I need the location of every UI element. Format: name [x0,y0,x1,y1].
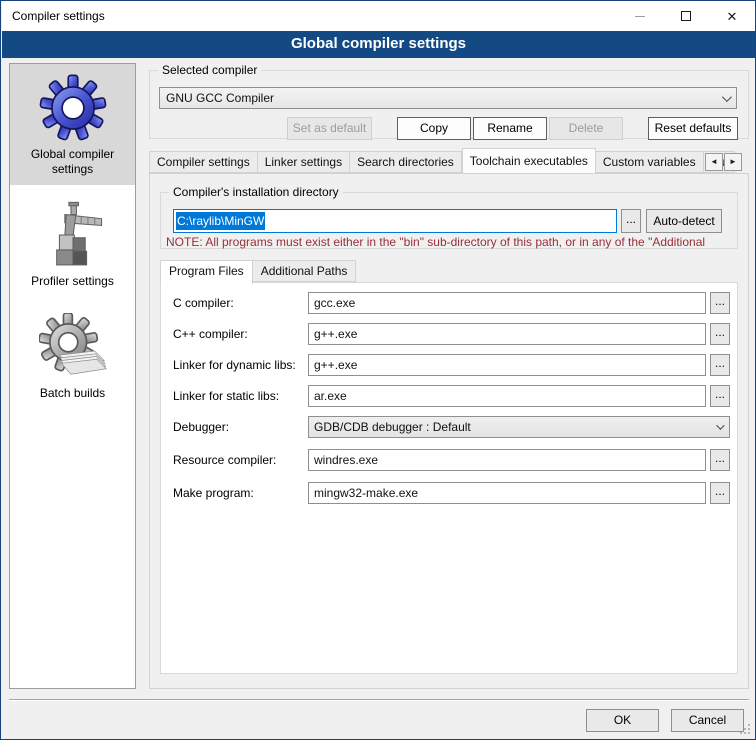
static-linker-row: Linker for static libs: ar.exe ... [161,385,737,409]
installation-directory-group-label: Compiler's installation directory [169,185,343,199]
rename-button[interactable]: Rename [473,117,547,140]
debugger-row: Debugger: GDB/CDB debugger : Default [161,416,737,440]
make-program-browse-button[interactable]: ... [710,482,730,504]
chevron-down-icon [722,92,732,102]
tab-scroll-right-button[interactable]: ► [724,153,742,171]
debugger-select-value: GDB/CDB debugger : Default [314,420,471,434]
dynamic-linker-label: Linker for dynamic libs: [173,358,296,372]
ellipsis-icon: ... [715,484,725,498]
ellipsis-icon: ... [626,212,636,226]
ellipsis-icon: ... [715,356,725,370]
resource-compiler-row: Resource compiler: windres.exe ... [161,449,737,473]
settings-category-list: Global compiler settings Profil [9,63,136,689]
ellipsis-icon: ... [715,451,725,465]
sidebar-item-global-compiler-settings[interactable]: Global compiler settings [10,64,135,185]
ellipsis-icon: ... [715,294,725,308]
auto-detect-button[interactable]: Auto-detect [646,209,722,233]
tab-program-files[interactable]: Program Files [160,260,253,284]
settings-tab-strip: Compiler settingsLinker settingsSearch d… [149,151,749,174]
window-title: Compiler settings [12,9,105,23]
footer-divider [9,699,749,701]
minimize-icon [635,16,645,17]
static-linker-browse-button[interactable]: ... [710,385,730,407]
close-icon: ✕ [727,10,738,23]
static-linker-label: Linker for static libs: [173,389,279,403]
sidebar-item-batch-builds[interactable]: Batch builds [10,303,135,409]
ellipsis-icon: ... [715,325,725,339]
resource-compiler-input[interactable]: windres.exe [308,449,706,471]
copy-button[interactable]: Copy [397,117,471,140]
cpp-compiler-label: C++ compiler: [173,327,248,341]
tab-compiler-settings[interactable]: Compiler settings [149,151,258,173]
compiler-select-value: GNU GCC Compiler [166,91,274,105]
ellipsis-icon: ... [715,387,725,401]
arrow-left-icon: ◄ [710,157,718,166]
tab-scroll-left-button[interactable]: ◄ [705,153,723,171]
maximize-icon [681,11,691,21]
blue-gear-icon [39,74,107,142]
dynamic-linker-row: Linker for dynamic libs: g++.exe ... [161,354,737,378]
resource-compiler-browse-button[interactable]: ... [710,449,730,471]
tab-additional-paths[interactable]: Additional Paths [253,260,357,282]
selected-compiler-group-label: Selected compiler [158,63,261,77]
delete-button[interactable]: Delete [549,117,623,140]
page-title: Global compiler settings [2,31,755,58]
dynamic-linker-browse-button[interactable]: ... [710,354,730,376]
cancel-button[interactable]: Cancel [671,709,744,732]
resize-grip[interactable] [739,723,751,735]
c-compiler-browse-button[interactable]: ... [710,292,730,314]
cpp-compiler-browse-button[interactable]: ... [710,323,730,345]
program-files-tab-strip: Program FilesAdditional Paths [160,260,356,284]
compiler-settings-dialog: Compiler settings ✕ Global compiler sett… [0,0,756,740]
minimize-button[interactable] [617,1,663,31]
browse-directory-button[interactable]: ... [621,209,641,233]
title-bar[interactable]: Compiler settings ✕ [2,1,755,31]
compiler-select[interactable]: GNU GCC Compiler [159,87,737,109]
make-program-input[interactable]: mingw32-make.exe [308,482,706,504]
chevron-down-icon [716,421,724,429]
selected-compiler-group: Selected compiler GNU GCC Compiler Set a… [149,70,749,139]
caption-buttons: ✕ [617,1,755,31]
installation-directory-value: C:\raylib\MinGW [176,212,265,230]
sidebar-item-label: Profiler settings [10,274,135,289]
sidebar-item-label: Batch builds [10,386,135,401]
c-compiler-row: C compiler: gcc.exe ... [161,292,737,316]
caliper-icon [39,201,107,269]
c-compiler-input[interactable]: gcc.exe [308,292,706,314]
maximize-button[interactable] [663,1,709,31]
close-button[interactable]: ✕ [709,1,755,31]
reset-defaults-button[interactable]: Reset defaults [648,117,738,140]
program-files-page: C compiler: gcc.exe ... C++ compiler: g+… [160,282,738,674]
installation-directory-input[interactable]: C:\raylib\MinGW [173,209,617,233]
debugger-label: Debugger: [173,420,229,434]
tab-search-directories[interactable]: Search directories [350,151,462,173]
ok-button[interactable]: OK [586,709,659,732]
cpp-compiler-input[interactable]: g++.exe [308,323,706,345]
sidebar-item-profiler-settings[interactable]: Profiler settings [10,191,135,297]
dynamic-linker-input[interactable]: g++.exe [308,354,706,376]
tab-toolchain-executables[interactable]: Toolchain executables [462,148,596,173]
installation-directory-group: Compiler's installation directory C:\ray… [160,192,738,249]
tab-custom-variables[interactable]: Custom variables [596,151,704,173]
debugger-select[interactable]: GDB/CDB debugger : Default [308,416,730,438]
static-linker-input[interactable]: ar.exe [308,385,706,407]
toolchain-executables-page: Compiler's installation directory C:\ray… [149,173,749,689]
tab-linker-settings[interactable]: Linker settings [258,151,350,173]
arrow-right-icon: ► [729,157,737,166]
bin-directory-note: NOTE: All programs must exist either in … [166,235,751,249]
make-program-row: Make program: mingw32-make.exe ... [161,482,737,506]
gray-gear-stack-icon [39,313,107,381]
make-program-label: Make program: [173,486,254,500]
cpp-compiler-row: C++ compiler: g++.exe ... [161,323,737,347]
c-compiler-label: C compiler: [173,296,234,310]
sidebar-item-label: Global compiler settings [10,147,135,177]
resource-compiler-label: Resource compiler: [173,453,276,467]
set-as-default-button[interactable]: Set as default [287,117,372,140]
